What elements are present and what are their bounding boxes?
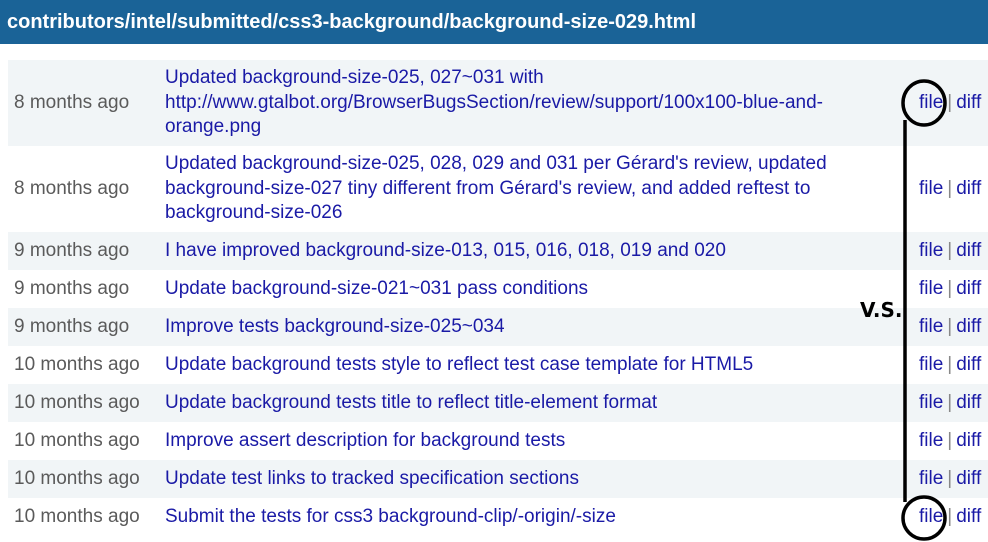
diff-link[interactable]: diff	[956, 506, 981, 527]
diff-link[interactable]: diff	[956, 240, 981, 261]
revision-time: 8 months ago	[14, 178, 130, 199]
revision-links: file | diff	[910, 498, 988, 536]
link-separator: |	[947, 178, 953, 199]
table-row: 9 months ago I have improved background-…	[8, 232, 988, 270]
revision-time: 9 months ago	[14, 316, 130, 337]
diff-link[interactable]: diff	[956, 430, 981, 451]
commit-message-link[interactable]: Update test links to tracked specificati…	[165, 468, 579, 489]
table-row: 8 months ago Updated background-size-025…	[8, 60, 988, 146]
table-row: 10 months ago Update test links to track…	[8, 460, 988, 498]
file-link[interactable]: file	[919, 506, 943, 527]
table-row: 9 months ago Update background-size-021~…	[8, 270, 988, 308]
commit-message-link[interactable]: Updated background-size-025, 028, 029 an…	[165, 153, 827, 223]
revision-time: 9 months ago	[14, 278, 130, 299]
link-separator: |	[947, 354, 953, 375]
revision-time: 10 months ago	[14, 430, 140, 451]
revision-time: 8 months ago	[14, 92, 130, 113]
link-separator: |	[947, 430, 953, 451]
revision-time: 10 months ago	[14, 506, 140, 527]
revision-links: file | diff	[910, 308, 988, 346]
diff-link[interactable]: diff	[956, 178, 981, 199]
file-link[interactable]: file	[919, 178, 943, 199]
table-row: 10 months ago Improve assert description…	[8, 422, 988, 460]
commit-message-link[interactable]: Update background-size-021~031 pass cond…	[165, 278, 588, 299]
link-separator: |	[947, 506, 953, 527]
link-separator: |	[947, 392, 953, 413]
link-separator: |	[947, 278, 953, 299]
revision-time: 10 months ago	[14, 468, 140, 489]
file-link[interactable]: file	[919, 92, 943, 113]
commit-message-link[interactable]: I have improved background-size-013, 015…	[165, 240, 726, 261]
revision-time: 10 months ago	[14, 392, 140, 413]
page-header: contributors/intel/submitted/css3-backgr…	[0, 0, 988, 44]
link-separator: |	[947, 92, 953, 113]
file-link[interactable]: file	[919, 430, 943, 451]
commit-message-link[interactable]: Submit the tests for css3 background-cli…	[165, 506, 616, 527]
table-row: 9 months ago Improve tests background-si…	[8, 308, 988, 346]
file-link[interactable]: file	[919, 240, 943, 261]
file-link[interactable]: file	[919, 468, 943, 489]
revision-links: file | diff	[910, 422, 988, 460]
revision-links: file | diff	[910, 232, 988, 270]
table-row: 10 months ago Update background tests ti…	[8, 384, 988, 422]
link-separator: |	[947, 240, 953, 261]
revision-log-table: 8 months ago Updated background-size-025…	[8, 60, 988, 536]
file-link[interactable]: file	[919, 354, 943, 375]
commit-message-link[interactable]: Improve assert description for backgroun…	[165, 430, 565, 451]
revision-links: file | diff	[910, 270, 988, 308]
commit-message-link[interactable]: Improve tests background-size-025~034	[165, 316, 505, 337]
diff-link[interactable]: diff	[956, 468, 981, 489]
diff-link[interactable]: diff	[956, 278, 981, 299]
revision-links: file | diff	[910, 346, 988, 384]
diff-link[interactable]: diff	[956, 392, 981, 413]
table-row: 10 months ago Update background tests st…	[8, 346, 988, 384]
diff-link[interactable]: diff	[956, 92, 981, 113]
link-separator: |	[947, 316, 953, 337]
commit-message-link[interactable]: Updated background-size-025, 027~031 wit…	[165, 67, 823, 137]
vs-annotation-label: V.S.	[860, 298, 903, 322]
link-separator: |	[947, 468, 953, 489]
file-link[interactable]: file	[919, 392, 943, 413]
table-row: 8 months ago Updated background-size-025…	[8, 146, 988, 232]
revision-time: 10 months ago	[14, 354, 140, 375]
revision-links: file | diff	[910, 60, 988, 146]
file-path-title: contributors/intel/submitted/css3-backgr…	[7, 11, 696, 33]
revision-links: file | diff	[910, 146, 988, 232]
file-link[interactable]: file	[919, 278, 943, 299]
diff-link[interactable]: diff	[956, 354, 981, 375]
revision-links: file | diff	[910, 384, 988, 422]
file-link[interactable]: file	[919, 316, 943, 337]
commit-message-link[interactable]: Update background tests title to reflect…	[165, 392, 657, 413]
diff-link[interactable]: diff	[956, 316, 981, 337]
page: contributors/intel/submitted/css3-backgr…	[0, 0, 988, 542]
table-row: 10 months ago Submit the tests for css3 …	[8, 498, 988, 536]
commit-message-link[interactable]: Update background tests style to reflect…	[165, 354, 753, 375]
revision-time: 9 months ago	[14, 240, 130, 261]
revision-links: file | diff	[910, 460, 988, 498]
